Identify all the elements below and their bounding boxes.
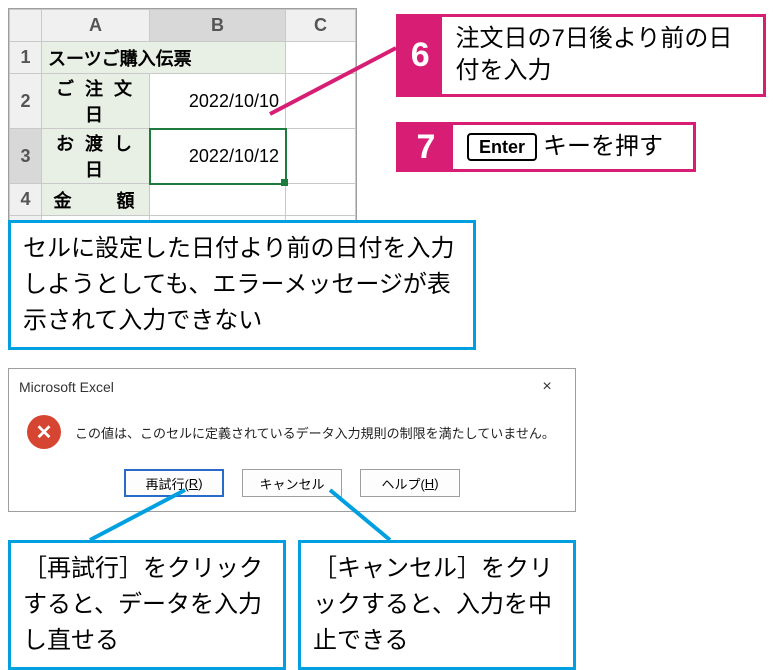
cell-delivery-date-value[interactable]: 2022/10/12 — [150, 129, 286, 184]
step-text: 注文日の7日後より前の日付を入力 — [442, 17, 764, 94]
dialog-message: この値は、このセルに定義されているデータ入力規則の制限を満たしていません。 — [75, 423, 555, 442]
close-icon[interactable]: × — [529, 375, 565, 399]
cell-C3[interactable] — [286, 129, 356, 184]
step-number: 6 — [399, 17, 442, 94]
step-callout-7: 7 Enter キーを押す — [396, 122, 696, 172]
spreadsheet-fragment: A B C 1 スーツご購入伝票 2 ご 注 文 日 2022/10/10 3 … — [8, 8, 357, 249]
cell-delivery-date-label[interactable]: お 渡 し 日 — [42, 129, 150, 184]
help-button[interactable]: ヘルプ(H) — [360, 469, 460, 497]
dialog-title: Microsoft Excel — [19, 379, 114, 395]
row-header-2[interactable]: 2 — [10, 74, 42, 129]
row-header-4[interactable]: 4 — [10, 184, 42, 216]
explainer-box-cancel: ［キャンセル］をクリックすると、入力を中止できる — [298, 540, 576, 670]
step-callout-6: 6 注文日の7日後より前の日付を入力 — [396, 14, 766, 97]
col-header-B[interactable]: B — [150, 10, 286, 42]
enter-keycap: Enter — [467, 133, 537, 161]
cancel-button[interactable]: キャンセル — [242, 469, 342, 497]
row-header-3[interactable]: 3 — [10, 129, 42, 184]
step-number: 7 — [399, 125, 453, 169]
step-text: Enter キーを押す — [453, 125, 677, 169]
retry-button[interactable]: 再試行(R) — [124, 469, 224, 497]
cell-C4[interactable] — [286, 184, 356, 216]
cell-amount-label[interactable]: 金 額 — [42, 184, 150, 216]
sheet-corner — [10, 10, 42, 42]
step-suffix: キーを押す — [543, 131, 663, 163]
col-header-A[interactable]: A — [42, 10, 150, 42]
cell-order-date-label[interactable]: ご 注 文 日 — [42, 74, 150, 129]
error-icon: ✕ — [27, 415, 61, 449]
row-header-1[interactable]: 1 — [10, 42, 42, 74]
cell-C1[interactable] — [286, 42, 356, 74]
cell-title[interactable]: スーツご購入伝票 — [42, 42, 286, 74]
cell-amount-value[interactable] — [150, 184, 286, 216]
explainer-box-error: セルに設定した日付より前の日付を入力しようとしても、エラーメッセージが表示されて… — [8, 220, 476, 350]
error-dialog: Microsoft Excel × ✕ この値は、このセルに定義されているデータ… — [8, 368, 576, 512]
explainer-box-retry: ［再試行］をクリックすると、データを入力し直せる — [8, 540, 286, 670]
cell-order-date-value[interactable]: 2022/10/10 — [150, 74, 286, 129]
cell-C2[interactable] — [286, 74, 356, 129]
col-header-C[interactable]: C — [286, 10, 356, 42]
